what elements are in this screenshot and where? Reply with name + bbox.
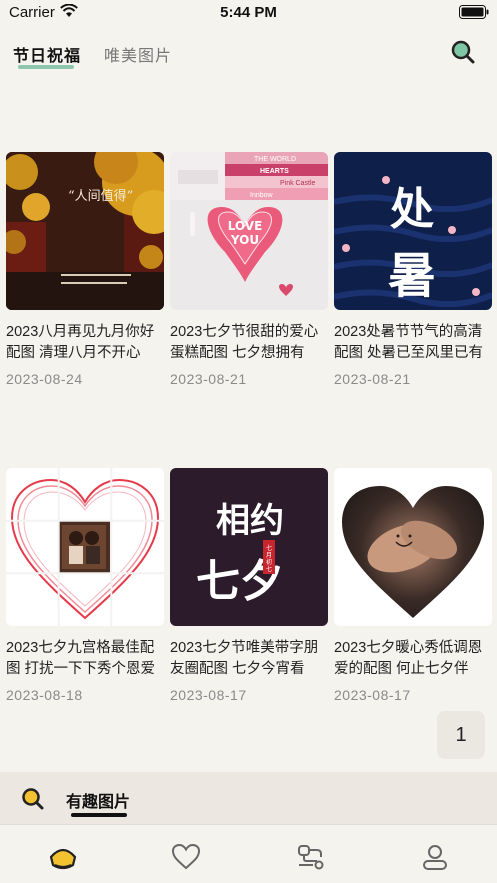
qixi-top-text: 相约 bbox=[216, 501, 284, 541]
card-title: 2023七夕节唯美带字朋友圈配图 七夕今宵看碧... bbox=[170, 640, 319, 677]
card-title: 2023处暑节节气的高清配图 处暑已至风里已有秋... bbox=[334, 324, 484, 361]
qixi-seal-text: 七月初七 bbox=[266, 544, 272, 573]
cake-box-text: THE WORLD bbox=[254, 156, 296, 163]
tab-beautiful-pictures[interactable]: 唯美图片 bbox=[104, 42, 172, 66]
image-card[interactable]: “人间值得” 2023八月再见九月你好配图 清理八月不开心的... 2023-0… bbox=[6, 152, 164, 387]
image-card[interactable]: 相约 七夕 七月初七 2023七夕节唯美带字朋友圈配图 七夕今宵看碧... 20… bbox=[170, 468, 328, 703]
card-thumbnail[interactable]: THE WORLD HEARTS Pink Castle Innbow LOVE… bbox=[170, 152, 328, 310]
card-date: 2023-08-17 bbox=[334, 687, 411, 703]
ginkgo-quote: “人间值得” bbox=[68, 188, 133, 204]
tab-festival-wishes[interactable]: 节日祝福 bbox=[13, 42, 81, 66]
image-card[interactable]: 处 暑 2023处暑节节气的高清配图 处暑已至风里已有秋... 2023-08-… bbox=[334, 152, 492, 387]
hands-heart-image bbox=[334, 468, 492, 626]
qixi-seal-char: 七 bbox=[266, 565, 272, 573]
fun-pictures-indicator bbox=[71, 813, 127, 817]
card-date: 2023-08-24 bbox=[6, 371, 83, 387]
card-date: 2023-08-21 bbox=[334, 371, 411, 387]
status-bar: Carrier 5:44 PM bbox=[0, 0, 497, 28]
search-icon[interactable] bbox=[449, 38, 477, 66]
fun-pictures-tab[interactable]: 有趣图片 bbox=[66, 788, 130, 812]
cake-box-text: Pink Castle bbox=[280, 180, 316, 187]
fun-pictures-bar: 有趣图片 bbox=[0, 772, 497, 824]
cake-box-text: Innbow bbox=[250, 192, 274, 199]
heart-icon[interactable] bbox=[170, 841, 202, 873]
chushu-char-1: 处 bbox=[390, 184, 434, 235]
card-title: 2023七夕节很甜的爱心蛋糕配图 七夕想拥有一... bbox=[170, 324, 319, 361]
card-thumbnail[interactable] bbox=[334, 468, 492, 626]
cake-text: YOU bbox=[230, 233, 259, 247]
house-icon[interactable] bbox=[47, 841, 79, 873]
qixi-seal-char: 月 bbox=[266, 552, 272, 559]
route-icon[interactable] bbox=[295, 841, 327, 873]
card-thumbnail[interactable]: 处 暑 bbox=[334, 152, 492, 310]
card-thumbnail[interactable]: 相约 七夕 七月初七 bbox=[170, 468, 328, 626]
battery-icon bbox=[459, 5, 489, 19]
active-tab-indicator bbox=[18, 65, 74, 69]
image-card[interactable]: THE WORLD HEARTS Pink Castle Innbow LOVE… bbox=[170, 152, 328, 387]
qixi-seal-char: 七 bbox=[266, 544, 272, 552]
category-tabs: 节日祝福 唯美图片 bbox=[0, 40, 497, 74]
card-title: 2023八月再见九月你好配图 清理八月不开心的... bbox=[6, 324, 155, 361]
cake-text: LOVE bbox=[228, 219, 263, 233]
image-card[interactable]: 2023七夕暖心秀低调恩爱的配图 何止七夕伴你... 2023-08-17 bbox=[334, 468, 492, 703]
card-date: 2023-08-17 bbox=[170, 687, 247, 703]
love-you-cake-image: THE WORLD HEARTS Pink Castle Innbow LOVE… bbox=[170, 152, 328, 310]
chushu-poster-image: 处 暑 bbox=[334, 152, 492, 310]
ginkgo-wall-image: “人间值得” bbox=[6, 152, 164, 310]
qixi-calligraphy-image: 相约 七夕 七月初七 bbox=[170, 468, 328, 626]
chushu-char-2: 暑 bbox=[388, 248, 436, 304]
image-card[interactable]: 2023七夕九宫格最佳配图 打扰一下下秀个恩爱 2023-08-18 bbox=[6, 468, 164, 703]
search-icon[interactable] bbox=[20, 786, 46, 812]
clock: 5:44 PM bbox=[220, 4, 277, 21]
card-title: 2023七夕暖心秀低调恩爱的配图 何止七夕伴你... bbox=[334, 640, 483, 677]
page-number-button[interactable]: 1 bbox=[437, 711, 485, 759]
card-date: 2023-08-18 bbox=[6, 687, 83, 703]
bottom-tab-bar bbox=[0, 824, 497, 883]
heart-grid-image bbox=[6, 468, 164, 626]
card-thumbnail[interactable]: “人间值得” bbox=[6, 152, 164, 310]
card-date: 2023-08-21 bbox=[170, 371, 247, 387]
cake-box-text: HEARTS bbox=[260, 168, 289, 175]
user-icon[interactable] bbox=[419, 841, 451, 873]
card-title: 2023七夕九宫格最佳配图 打扰一下下秀个恩爱 bbox=[6, 640, 156, 677]
card-thumbnail[interactable] bbox=[6, 468, 164, 626]
qixi-seal-char: 初 bbox=[266, 558, 272, 566]
